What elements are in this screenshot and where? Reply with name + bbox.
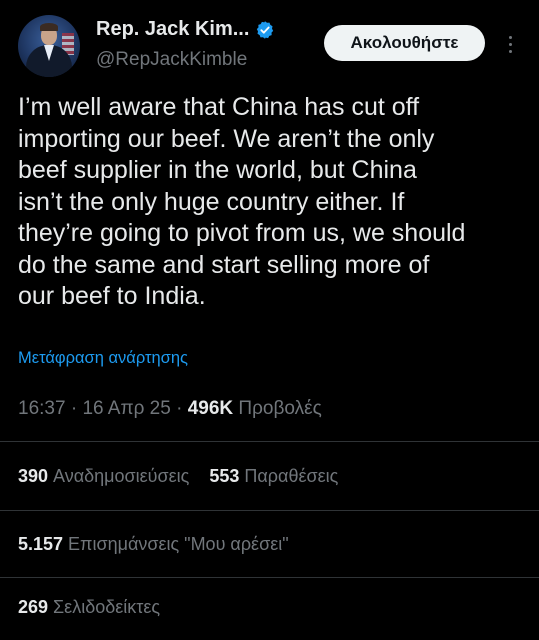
more-dot [508, 42, 512, 46]
likes-stat[interactable]: 5.157 Επισημάνσεις "Μου αρέσει" [18, 534, 289, 555]
quotes-count: 553 [209, 466, 240, 486]
divider [0, 510, 539, 511]
divider [0, 577, 539, 578]
stats-row-reposts-quotes: 390 Αναδημοσιεύσεις 553 Παραθέσεις [18, 466, 338, 487]
tweet-text: I’m well aware that China has cut off im… [18, 93, 466, 310]
views-label: Προβολές [238, 398, 322, 419]
author-display-name[interactable]: Rep. Jack Kim... [96, 18, 249, 41]
more-dot [508, 35, 512, 39]
verified-badge-icon [257, 20, 274, 39]
tweet-time[interactable]: 16:37 [18, 398, 66, 419]
more-vertical-icon[interactable] [502, 30, 518, 58]
bookmarks-stat[interactable]: 269 Σελιδοδείκτες [18, 597, 160, 618]
tweet-header: Rep. Jack Kim... @RepJackKimble Ακολουθή… [0, 0, 539, 90]
author-handle[interactable]: @RepJackKimble [96, 49, 247, 71]
follow-button[interactable]: Ακολουθήστε [324, 25, 485, 61]
meta-separator: · [65, 398, 83, 419]
reposts-stat[interactable]: 390 Αναδημοσιεύσεις [18, 466, 189, 487]
bookmarks-count: 269 [18, 597, 49, 617]
more-dot [508, 49, 512, 53]
stats-row-likes: 5.157 Επισημάνσεις "Μου αρέσει" [18, 534, 289, 555]
views-count: 496K [187, 398, 234, 419]
author-name-row: Rep. Jack Kim... [96, 18, 275, 41]
reposts-label: Αναδημοσιεύσεις [53, 466, 190, 486]
quotes-label: Παραθέσεις [244, 466, 339, 486]
divider [0, 441, 539, 442]
stats-row-bookmarks: 269 Σελιδοδείκτες [18, 597, 160, 618]
author-avatar[interactable] [18, 15, 80, 77]
meta-separator: · [170, 398, 188, 419]
reposts-count: 390 [18, 466, 49, 486]
bookmarks-label: Σελιδοδείκτες [53, 597, 161, 617]
quotes-stat[interactable]: 553 Παραθέσεις [209, 466, 338, 487]
tweet-date[interactable]: 16 Απρ 25 [82, 398, 170, 419]
likes-label: Επισημάνσεις "Μου αρέσει" [68, 534, 289, 554]
translate-post-link[interactable]: Μετάφραση ανάρτησης [18, 349, 188, 368]
tweet-meta: 16:37 · 16 Απρ 25 · 496K Προβολές [18, 398, 322, 420]
avatar-hair-detail [40, 23, 58, 31]
likes-count: 5.157 [18, 534, 64, 554]
